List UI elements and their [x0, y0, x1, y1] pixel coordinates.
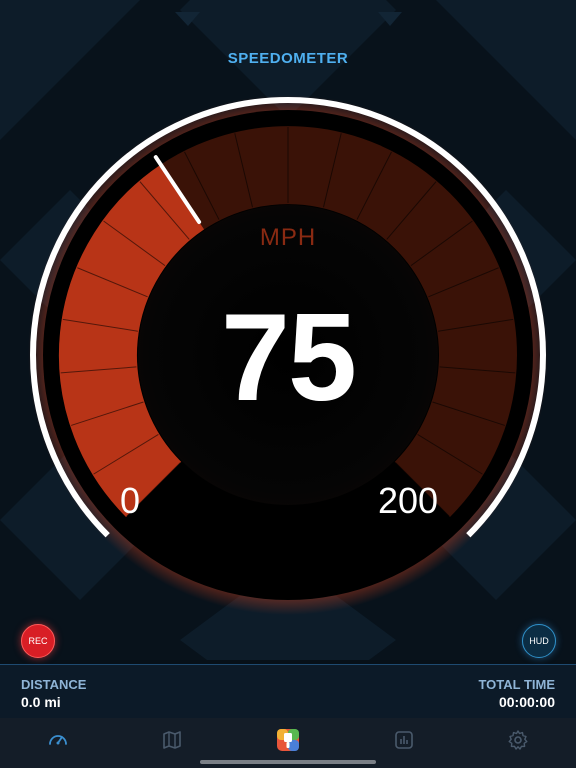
gauge-max-label: 200 [378, 480, 439, 521]
record-button[interactable]: REC [21, 624, 55, 658]
record-button-label: REC [28, 636, 48, 646]
trip-stats-bar: DISTANCE 0.0 mi TOTAL TIME 00:00:00 [0, 664, 576, 719]
hud-button-label: HUD [529, 636, 549, 646]
speed-unit-label: MPH [259, 224, 317, 251]
tab-themes[interactable] [274, 726, 302, 754]
gauge-min-label: 0 [120, 480, 141, 521]
theme-brush-icon [277, 729, 299, 751]
speed-readout: 75 [221, 289, 357, 427]
stats-chart-icon [395, 731, 413, 749]
total-time-label: TOTAL TIME [478, 677, 555, 692]
distance-label: DISTANCE [21, 677, 87, 692]
tab-speedometer[interactable] [44, 726, 72, 754]
gear-icon [508, 730, 528, 750]
home-indicator [200, 760, 376, 764]
total-time-value: 00:00:00 [498, 694, 555, 710]
distance-value: 0.0 mi [21, 694, 61, 710]
tab-settings[interactable] [504, 726, 532, 754]
map-icon [163, 731, 181, 749]
speedometer-icon [49, 735, 67, 745]
tab-map[interactable] [158, 726, 186, 754]
tab-statistics[interactable] [390, 726, 418, 754]
hud-button[interactable]: HUD [522, 624, 556, 658]
